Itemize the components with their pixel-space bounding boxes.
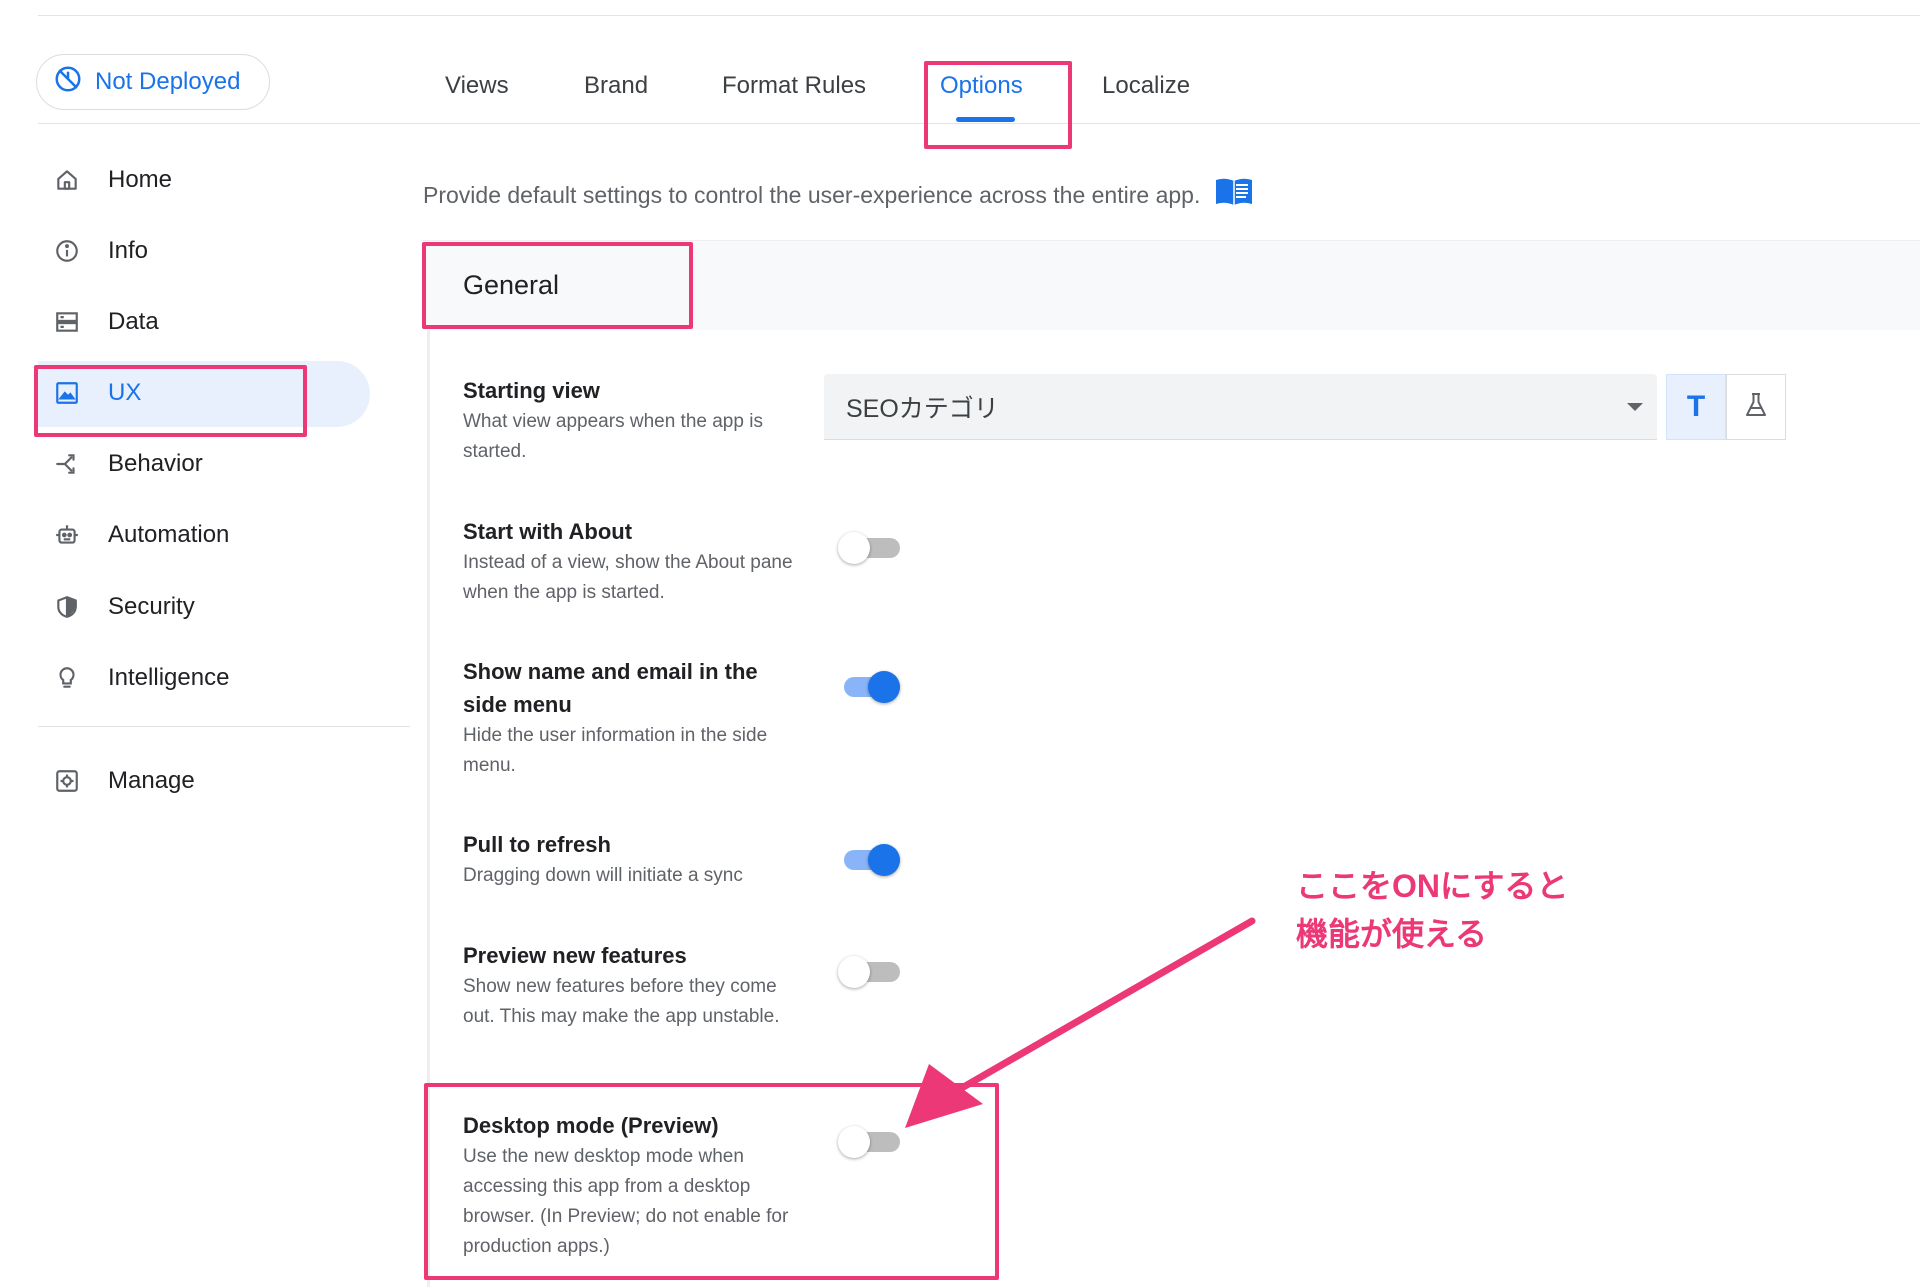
sidebar-item-label: Behavior xyxy=(108,450,203,477)
pull-to-refresh-title: Pull to refresh xyxy=(463,832,611,857)
sidebar-item-manage[interactable]: Manage xyxy=(40,751,195,811)
tab-localize[interactable]: Localize xyxy=(1102,72,1190,100)
manage-icon xyxy=(40,751,96,811)
info-icon xyxy=(40,221,96,281)
tab-brand[interactable]: Brand xyxy=(584,72,648,100)
toggle-knob xyxy=(868,671,900,703)
content-left-rule xyxy=(427,330,430,1287)
general-section-header xyxy=(423,240,1920,330)
pull-to-refresh-toggle[interactable] xyxy=(838,839,902,879)
page-description: Provide default settings to control the … xyxy=(423,176,1254,214)
show-name-email-toggle[interactable] xyxy=(838,666,902,706)
ux-icon xyxy=(40,363,96,423)
tab-format-rules[interactable]: Format Rules xyxy=(722,72,866,100)
sidebar-item-label: Info xyxy=(108,237,149,264)
header-divider xyxy=(38,123,1920,124)
data-icon xyxy=(40,292,96,352)
security-icon xyxy=(40,577,96,637)
starting-view-description: What view appears when the app is starte… xyxy=(463,411,763,462)
preview-new-features-title: Preview new features xyxy=(463,943,687,968)
flask-icon xyxy=(1744,392,1768,423)
sidebar-item-label: Manage xyxy=(108,767,195,794)
start-with-about-toggle[interactable] xyxy=(838,527,902,567)
preview-new-features-toggle[interactable] xyxy=(838,951,902,991)
toggle-knob xyxy=(868,844,900,876)
show-name-email-description: Hide the user information in the side me… xyxy=(463,725,768,776)
intelligence-icon xyxy=(40,648,96,708)
annotation-line-2: 機能が使える xyxy=(1296,916,1488,952)
toggle-knob xyxy=(838,1126,870,1158)
documentation-book-icon[interactable] xyxy=(1214,176,1254,214)
sidebar-item-intelligence[interactable]: Intelligence xyxy=(40,648,229,708)
tab-views[interactable]: Views xyxy=(445,72,509,100)
chevron-down-icon xyxy=(1627,403,1643,411)
tab-options[interactable]: Options xyxy=(940,72,1023,100)
annotation-callout: ここをONにすると 機能が使える xyxy=(1296,862,1568,958)
desktop-mode-title: Desktop mode (Preview) xyxy=(463,1113,719,1138)
sidebar-item-label: Data xyxy=(108,308,159,335)
sidebar-divider xyxy=(38,726,410,727)
active-tab-indicator xyxy=(956,117,1015,122)
text-mode-label: T xyxy=(1686,390,1706,423)
start-with-about-description: Instead of a view, show the About pane w… xyxy=(463,552,793,603)
deploy-status-label: Not Deployed xyxy=(95,68,241,95)
start-with-about-title: Start with About xyxy=(463,519,633,544)
toggle-knob xyxy=(838,532,870,564)
starting-view-select[interactable]: SEOカテゴリ xyxy=(824,374,1657,440)
starting-view-title: Starting view xyxy=(463,378,600,403)
desktop-mode-description: Use the new desktop mode when accessing … xyxy=(463,1146,789,1257)
sidebar-item-data[interactable]: Data xyxy=(40,292,159,352)
desktop-mode-toggle[interactable] xyxy=(838,1121,902,1161)
page-description-text: Provide default settings to control the … xyxy=(423,181,1201,208)
sidebar-item-label: Automation xyxy=(108,521,230,548)
automation-icon xyxy=(40,505,96,565)
behavior-icon xyxy=(40,434,96,494)
text-mode-button[interactable]: T xyxy=(1666,374,1726,440)
deploy-status-pill[interactable]: Not Deployed xyxy=(36,54,270,110)
sidebar-item-info[interactable]: Info xyxy=(40,221,148,281)
preview-new-features-description: Show new features before they come out. … xyxy=(463,976,780,1027)
sidebar-item-security[interactable]: Security xyxy=(40,577,195,637)
not-deployed-icon xyxy=(53,64,83,101)
show-name-email-title: Show name and email in the side menu xyxy=(463,659,758,717)
sidebar-item-label: Home xyxy=(108,166,173,193)
pull-to-refresh-description: Dragging down will initiate a sync xyxy=(463,865,743,886)
sidebar-item-home[interactable]: Home xyxy=(40,150,172,210)
home-icon xyxy=(40,150,96,210)
starting-view-value: SEOカテゴリ xyxy=(846,394,999,423)
sidebar-item-label: Intelligence xyxy=(108,664,230,691)
sidebar-item-label: Security xyxy=(108,593,195,620)
section-title: General xyxy=(463,270,560,300)
sidebar-item-ux[interactable]: UX xyxy=(40,363,141,423)
sidebar-item-behavior[interactable]: Behavior xyxy=(40,434,203,494)
sidebar-item-label: UX xyxy=(108,379,142,406)
toggle-knob xyxy=(838,956,870,988)
expression-mode-button[interactable] xyxy=(1726,374,1786,440)
sidebar-item-automation[interactable]: Automation xyxy=(40,505,229,565)
top-divider xyxy=(38,15,1920,16)
annotation-line-1: ここをONにすると xyxy=(1296,868,1569,904)
